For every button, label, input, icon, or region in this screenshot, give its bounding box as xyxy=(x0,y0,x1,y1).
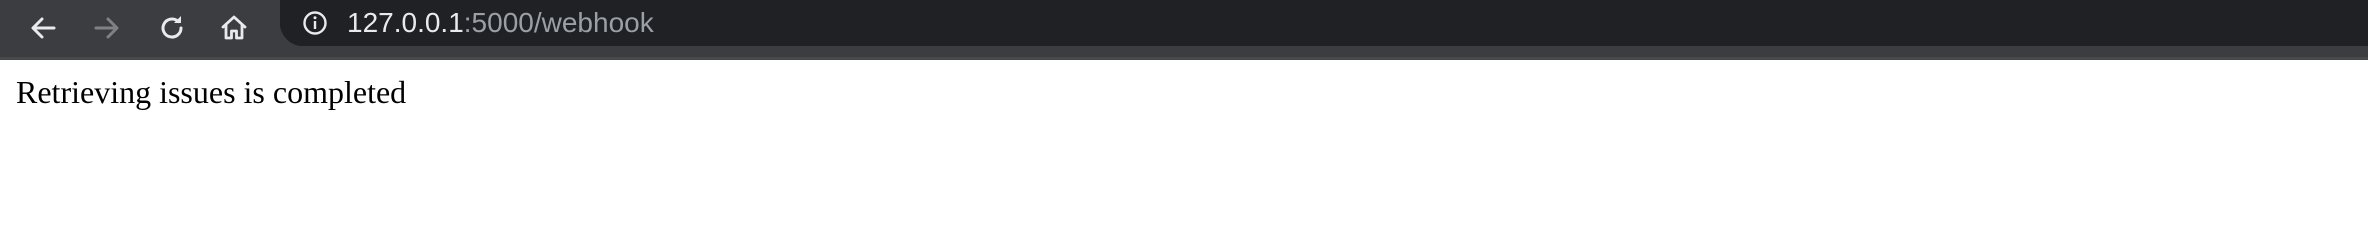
home-button[interactable] xyxy=(212,6,256,50)
url-text[interactable]: 127.0.0.1:5000/webhook xyxy=(347,4,654,42)
url-host: 127.0.0.1 xyxy=(347,7,464,38)
url-path: :5000/webhook xyxy=(463,7,654,38)
reload-button[interactable] xyxy=(150,6,194,50)
forward-button[interactable] xyxy=(85,6,129,50)
page-message: Retrieving issues is completed xyxy=(16,74,407,110)
toolbar-divider xyxy=(0,57,2368,60)
reload-icon xyxy=(161,16,183,39)
arrow-left-icon xyxy=(31,17,56,39)
info-circle-icon[interactable] xyxy=(302,10,328,36)
arrow-right-icon xyxy=(94,17,119,39)
home-icon xyxy=(221,15,247,40)
browser-toolbar: 127.0.0.1:5000/webhook xyxy=(0,0,2368,60)
back-button[interactable] xyxy=(21,6,65,50)
